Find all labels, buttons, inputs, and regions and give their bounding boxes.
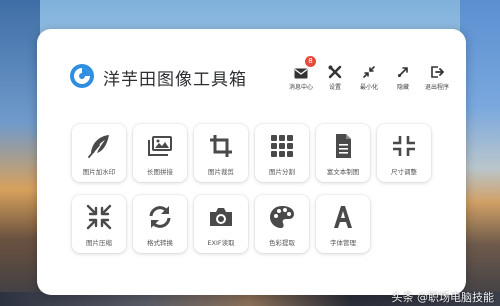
tool-font-manager[interactable]: 字体管理 [316,195,370,253]
camera-icon [207,204,235,230]
compress-icon [390,133,418,159]
tool-label: 长图拼接 [147,168,173,176]
tool-color-extract[interactable]: 色彩提取 [255,195,309,253]
watermark: 头条 @职场电脑技能 [391,291,495,304]
tool-exif-read[interactable]: EXIF读取 [194,195,248,253]
tool-label: 格式转换 [147,239,173,247]
grid-icon [268,133,296,159]
tool-label: EXIF读取 [207,239,235,247]
tool-compress[interactable]: 图片压缩 [72,195,126,253]
palette-icon [268,204,296,230]
app-title: 洋芋田图像工具箱 [103,70,247,90]
settings-label: 设置 [328,84,341,91]
hide-icon [387,64,419,79]
tool-label: 图片裁剪 [208,168,234,176]
tool-label: 色彩提取 [269,239,295,247]
exit-icon [421,64,453,79]
tool-long-image-stitch[interactable]: 长图拼接 [133,124,187,182]
background-left [0,0,40,306]
exit-label: 退出程序 [424,84,449,91]
tool-label: 富文本制图 [326,168,360,176]
document-icon [329,133,357,159]
tool-watermark[interactable]: 图片加水印 [72,124,126,182]
tool-resize[interactable]: 尺寸调整 [377,124,431,182]
hide-label: 隐藏 [396,84,409,91]
hide-button[interactable]: 隐藏 [387,64,419,91]
sync-icon [146,204,174,230]
tool-split[interactable]: 图片分割 [255,124,309,182]
minimize-icon [353,64,385,79]
images-icon [146,133,174,159]
font-icon [329,204,357,230]
shrink-icon [85,204,113,230]
feather-icon [85,133,113,159]
tool-format-convert[interactable]: 格式转换 [133,195,187,253]
minimize-button[interactable]: 最小化 [353,64,385,91]
message-center-button[interactable]: 8 消息中心 [285,56,317,91]
tool-rich-text[interactable]: 富文本制图 [316,124,370,182]
main-window: 洋芋田图像工具箱 8 消息中心 设置 最小化 隐藏 退出程序 图片加水印 长图拼… [37,29,466,295]
app-logo-icon [69,63,95,89]
message-count-badge: 8 [305,56,316,67]
background-right [460,0,500,306]
tool-label: 图片分割 [269,168,295,176]
tool-label: 图片加水印 [82,168,116,176]
settings-button[interactable]: 设置 [319,64,351,91]
message-center-label: 消息中心 [288,84,313,91]
tools-icon [319,64,351,79]
minimize-label: 最小化 [359,84,378,91]
window-toolbar: 8 消息中心 设置 最小化 隐藏 退出程序 [285,56,455,92]
tool-label: 图片压缩 [86,239,112,247]
tool-label: 尺寸调整 [391,168,417,176]
crop-icon [207,133,235,159]
exit-button[interactable]: 退出程序 [421,64,453,91]
tool-label: 字体管理 [330,239,356,247]
tool-crop[interactable]: 图片裁剪 [194,124,248,182]
